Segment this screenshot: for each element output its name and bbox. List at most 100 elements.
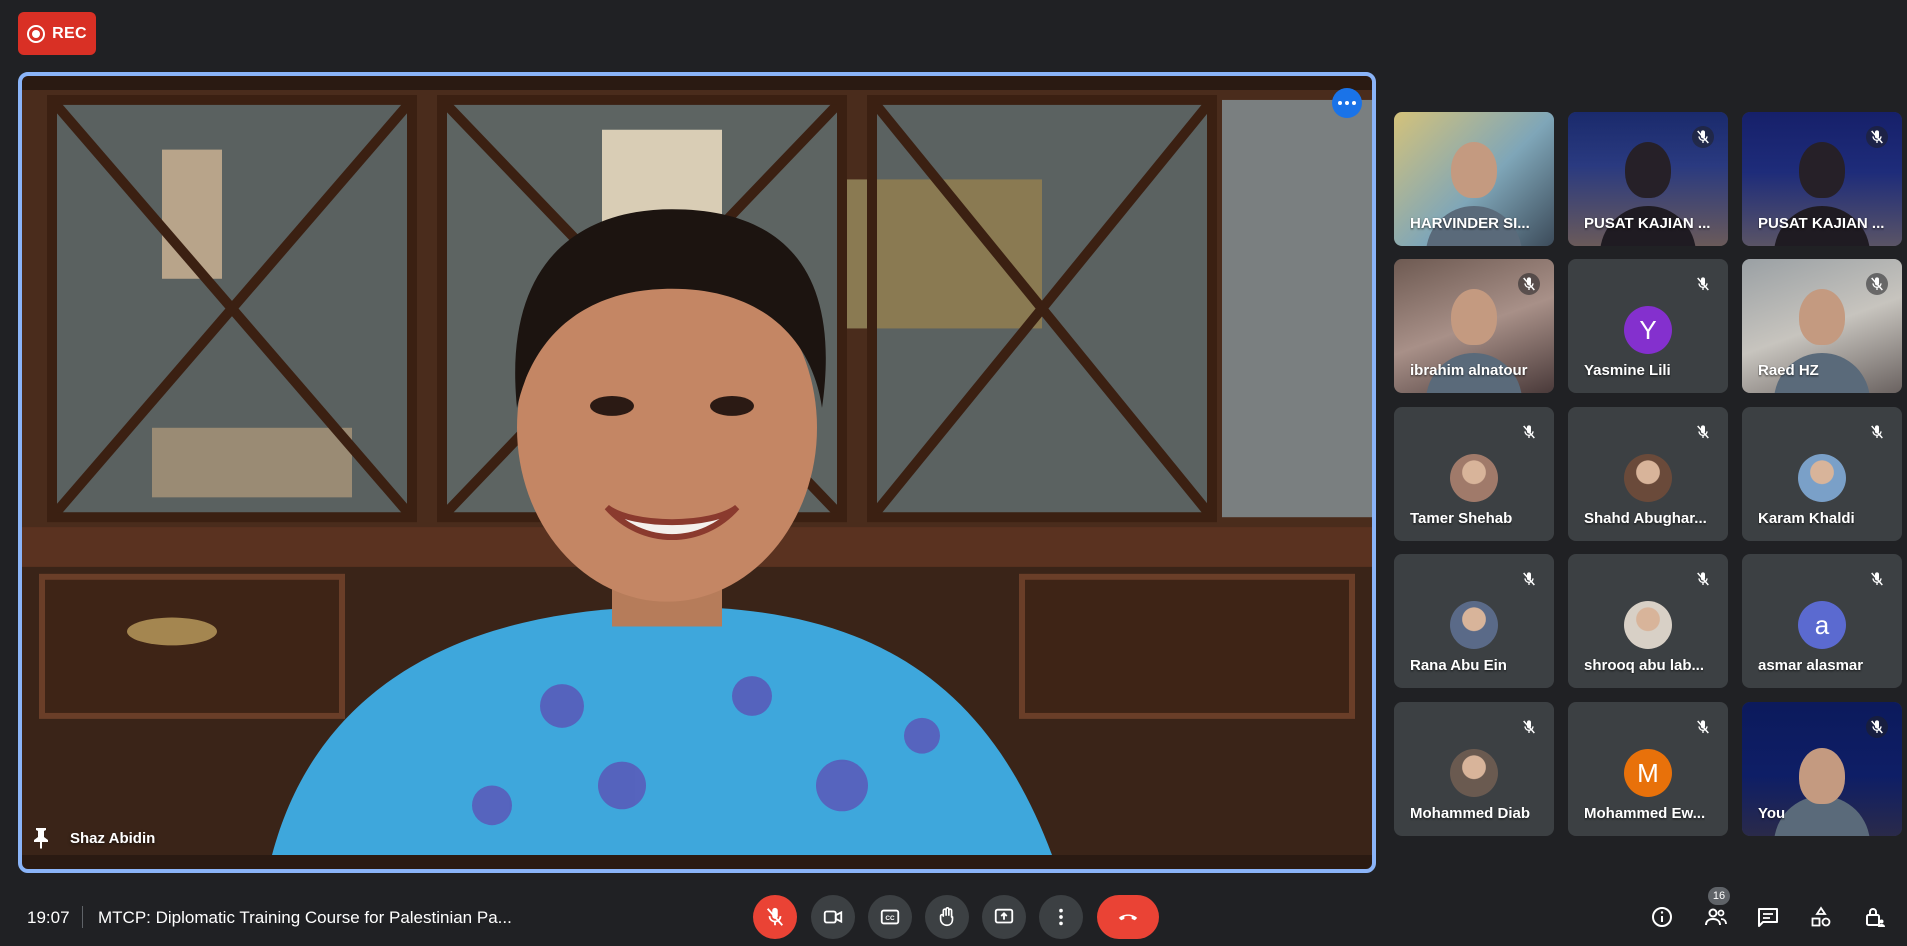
mic-off-icon: [1518, 568, 1540, 590]
mic-off-icon: [1866, 421, 1888, 443]
participant-name: Yasmine Lili: [1584, 362, 1671, 379]
recording-badge[interactable]: REC: [18, 12, 96, 55]
mic-off-icon: [1866, 568, 1888, 590]
avatar: a: [1798, 601, 1846, 649]
mic-off-icon: [1518, 421, 1540, 443]
participant-tile[interactable]: PUSAT KAJIAN ...: [1568, 112, 1728, 246]
participant-tile[interactable]: a asmar alasmar: [1742, 554, 1902, 688]
chat-icon: [1758, 908, 1778, 927]
mic-off-icon: [1518, 273, 1540, 295]
person-silhouette: [1625, 142, 1671, 198]
mic-off-icon: [1692, 421, 1714, 443]
captions-button[interactable]: CC: [868, 895, 912, 939]
participant-tile[interactable]: Y Yasmine Lili: [1568, 259, 1728, 393]
mic-off-icon: [1692, 568, 1714, 590]
bottom-bar: 19:07 MTCP: Diplomatic Training Course f…: [0, 886, 1907, 946]
recording-label: REC: [52, 24, 87, 42]
svg-text:CC: CC: [885, 915, 895, 922]
host-controls-button[interactable]: [1860, 902, 1890, 932]
mic-off-icon: [1692, 126, 1714, 148]
hand-icon: [939, 907, 954, 927]
mic-off-icon: [1692, 716, 1714, 738]
activities-icon: [1811, 906, 1831, 927]
mic-off-icon: [1866, 126, 1888, 148]
person-silhouette: [1451, 289, 1497, 345]
raise-hand-button[interactable]: [925, 895, 969, 939]
meeting-details-button[interactable]: [1647, 902, 1677, 932]
participant-name: Mohammed Ew...: [1584, 805, 1706, 822]
avatar: [1624, 454, 1672, 502]
more-dots-icon: [1338, 101, 1342, 105]
avatar: Y: [1624, 306, 1672, 354]
participant-tile[interactable]: You: [1742, 702, 1902, 836]
camera-toggle-button[interactable]: [811, 895, 855, 939]
participant-name: Raed HZ: [1758, 362, 1819, 379]
people-button[interactable]: [1701, 902, 1731, 932]
participant-tile[interactable]: Karam Khaldi: [1742, 407, 1902, 541]
participant-tile[interactable]: shrooq abu lab...: [1568, 554, 1728, 688]
participant-tile[interactable]: HARVINDER SI...: [1394, 112, 1554, 246]
participant-tile[interactable]: Rana Abu Ein: [1394, 554, 1554, 688]
avatar: M: [1624, 749, 1672, 797]
info-icon: [1652, 907, 1672, 927]
main-speaker-label: Shaz Abidin: [32, 827, 155, 849]
main-speaker-name: Shaz Abidin: [70, 829, 156, 847]
participant-name: You: [1758, 805, 1786, 822]
person-silhouette: [1799, 748, 1845, 804]
participant-name: Shahd Abughar...: [1584, 510, 1707, 527]
mic-off-icon: [766, 907, 784, 926]
camera-icon: [823, 910, 843, 924]
person-silhouette: [1799, 289, 1845, 345]
participant-name: Karam Khaldi: [1758, 510, 1855, 527]
person-silhouette: [1451, 142, 1497, 198]
participant-name: Rana Abu Ein: [1410, 657, 1507, 674]
captions-icon: CC: [880, 909, 900, 925]
participant-name: PUSAT KAJIAN ...: [1584, 215, 1711, 232]
activities-button[interactable]: [1806, 902, 1836, 932]
tile-options-button[interactable]: [1332, 88, 1362, 118]
chat-button[interactable]: [1753, 902, 1783, 932]
participant-name: asmar alasmar: [1758, 657, 1864, 674]
main-speaker-tile[interactable]: Shaz Abidin: [18, 72, 1376, 873]
participant-name: shrooq abu lab...: [1584, 657, 1705, 674]
mic-off-icon: [1692, 273, 1714, 295]
participant-tile[interactable]: ibrahim alnatour: [1394, 259, 1554, 393]
leave-call-button[interactable]: [1097, 895, 1159, 939]
participant-tile[interactable]: M Mohammed Ew...: [1568, 702, 1728, 836]
more-options-button[interactable]: [1039, 895, 1083, 939]
participant-name: ibrahim alnatour: [1410, 362, 1528, 379]
meeting-title: MTCP: Diplomatic Training Course for Pal…: [98, 908, 512, 927]
microphone-toggle-button[interactable]: [753, 895, 797, 939]
avatar: [1450, 454, 1498, 502]
participant-tile[interactable]: Tamer Shehab: [1394, 407, 1554, 541]
participant-count-badge: 16: [1708, 887, 1730, 905]
meeting-time: 19:07: [27, 908, 70, 927]
meet-window: REC Shaz Abidin HARVINDER SI... PUSAT KA…: [0, 0, 1907, 946]
more-dots-icon: [1352, 101, 1356, 105]
person-silhouette: [1799, 142, 1845, 198]
mic-off-icon: [1518, 716, 1540, 738]
hangup-icon: [1118, 914, 1138, 921]
participant-tile[interactable]: Raed HZ: [1742, 259, 1902, 393]
more-dots-icon: [1345, 101, 1349, 105]
participant-tile[interactable]: PUSAT KAJIAN ...: [1742, 112, 1902, 246]
mic-off-icon: [1866, 716, 1888, 738]
present-screen-button[interactable]: [982, 895, 1026, 939]
participant-name: HARVINDER SI...: [1410, 215, 1530, 232]
divider: [82, 906, 83, 928]
participant-name: Tamer Shehab: [1410, 510, 1513, 527]
avatar: [1450, 601, 1498, 649]
participant-tile[interactable]: Mohammed Diab: [1394, 702, 1554, 836]
pin-icon[interactable]: [32, 827, 50, 849]
participant-name: PUSAT KAJIAN ...: [1758, 215, 1885, 232]
people-icon: [1705, 908, 1727, 926]
avatar: [1798, 454, 1846, 502]
participant-tile[interactable]: Shahd Abughar...: [1568, 407, 1728, 541]
present-icon: [994, 908, 1014, 924]
more-vert-icon: [1059, 908, 1063, 926]
main-speaker-video: [22, 90, 1372, 855]
mic-off-icon: [1866, 273, 1888, 295]
record-icon: [27, 24, 46, 43]
avatar: [1450, 749, 1498, 797]
participant-name: Mohammed Diab: [1410, 805, 1531, 822]
